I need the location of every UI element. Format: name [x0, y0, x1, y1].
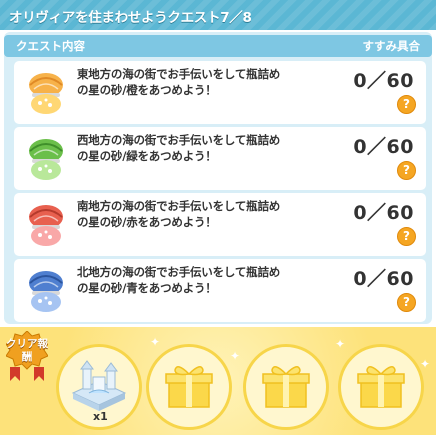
- quest-progress: 0／60: [353, 70, 414, 92]
- quest-progress: 0／60: [353, 136, 414, 158]
- quest-row-west: 西地方の海の街でお手伝いをして瓶詰めの星の砂/緑をあつめよう！ 0／60 ?: [14, 127, 426, 190]
- sparkle-icon: ✦: [420, 357, 431, 371]
- reward-item-count: x1: [93, 410, 108, 423]
- quest-description: 西地方の海の街でお手伝いをして瓶詰めの星の砂/緑をあつめよう！: [77, 133, 281, 163]
- quest-table-header: クエスト内容 すすみ具合: [4, 35, 432, 57]
- quest-progress: 0／60: [353, 202, 414, 224]
- clear-reward-area: ✦ ✦ ✦ ✦ ✦ クリア報酬 x1: [0, 327, 436, 435]
- quest-row-east: 東地方の海の街でお手伝いをして瓶詰めの星の砂/橙をあつめよう！ 0／60 ?: [14, 61, 426, 124]
- progress-header: すすみ具合: [362, 39, 421, 53]
- clear-reward-badge: クリア報酬: [6, 331, 48, 381]
- sparkle-icon: ✦: [230, 349, 241, 363]
- quest-content-header: クエスト内容: [16, 39, 85, 53]
- gift-box-icon: [262, 366, 310, 408]
- star-sand-jar-green-icon: [29, 139, 63, 180]
- quest-panel: クエスト内容 すすみ具合 東地方の海の街でお手伝いをして瓶詰めの星の砂/橙をあつ…: [4, 32, 432, 324]
- quest-description: 東地方の海の街でお手伝いをして瓶詰めの星の砂/橙をあつめよう！: [77, 67, 281, 97]
- quest-description: 北地方の海の街でお手伝いをして瓶詰めの星の砂/青をあつめよう！: [77, 265, 281, 295]
- star-sand-jar-orange-icon: [29, 73, 63, 114]
- quest-description: 南地方の海の街でお手伝いをして瓶詰めの星の砂/赤をあつめよう！: [77, 199, 281, 229]
- quest-row-south: 南地方の海の街でお手伝いをして瓶詰めの星の砂/赤をあつめよう！ 0／60 ?: [14, 193, 426, 256]
- help-button[interactable]: ?: [397, 95, 416, 114]
- quest-progress: 0／60: [353, 268, 414, 290]
- clear-reward-label: クリア報酬: [6, 338, 48, 363]
- star-sand-jar-red-icon: [29, 205, 63, 246]
- reward-slot-locked[interactable]: [146, 344, 232, 430]
- reward-slot-locked[interactable]: [243, 344, 329, 430]
- page-title: オリヴィアを住まわせようクエスト7／8: [9, 10, 252, 26]
- title-bar: オリヴィアを住まわせようクエスト7／8: [0, 0, 436, 30]
- help-button[interactable]: ?: [397, 161, 416, 180]
- help-button[interactable]: ?: [397, 293, 416, 312]
- gift-box-icon: [165, 366, 213, 408]
- reward-slot-item[interactable]: x1: [56, 344, 142, 430]
- star-sand-jar-blue-icon: [29, 271, 63, 312]
- quest-row-north: 北地方の海の街でお手伝いをして瓶詰めの星の砂/青をあつめよう！ 0／60 ?: [14, 259, 426, 322]
- reward-slot-locked[interactable]: [338, 344, 424, 430]
- gift-box-icon: [357, 366, 405, 408]
- help-button[interactable]: ?: [397, 227, 416, 246]
